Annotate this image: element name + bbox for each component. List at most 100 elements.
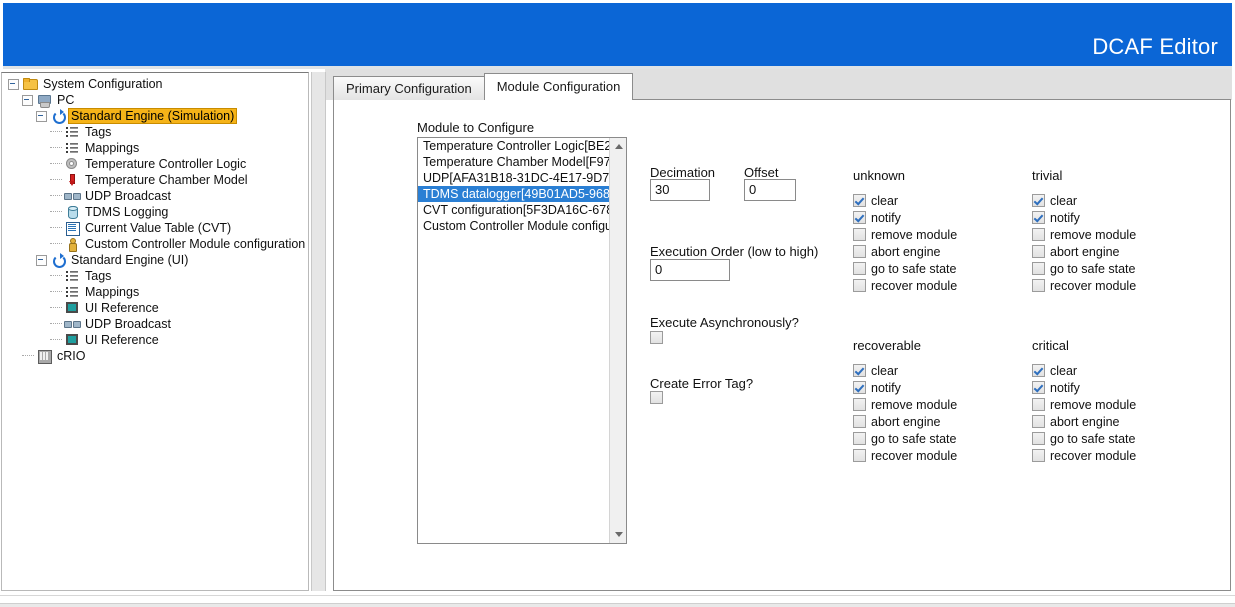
tree-node[interactable]: Mappings bbox=[2, 284, 308, 300]
error-option-row[interactable]: remove module bbox=[853, 396, 957, 413]
error-option-row[interactable]: notify bbox=[1032, 209, 1136, 226]
module-to-configure-listbox[interactable]: Temperature Controller Logic[BE29 Tempera… bbox=[417, 137, 627, 544]
error-option-checkbox[interactable] bbox=[1032, 381, 1045, 394]
error-option-row[interactable]: notify bbox=[853, 209, 957, 226]
tree-node[interactable]: Tags bbox=[2, 124, 308, 140]
tree-node[interactable]: Current Value Table (CVT) bbox=[2, 220, 308, 236]
error-option-row[interactable]: remove module bbox=[1032, 396, 1136, 413]
error-option-checkbox[interactable] bbox=[853, 262, 866, 275]
tree-node[interactable]: Temperature Chamber Model bbox=[2, 172, 308, 188]
tree-collapse-icon[interactable] bbox=[22, 94, 33, 106]
error-option-checkbox[interactable] bbox=[853, 194, 866, 207]
module-list-scrollbar[interactable] bbox=[609, 138, 626, 543]
error-option-row[interactable]: abort engine bbox=[853, 243, 957, 260]
module-list-items[interactable]: Temperature Controller Logic[BE29 Tempera… bbox=[418, 138, 610, 234]
tab-module-configuration[interactable]: Module Configuration bbox=[483, 73, 634, 100]
execution-order-input[interactable]: 0 bbox=[650, 259, 730, 281]
error-option-row[interactable]: abort engine bbox=[853, 413, 957, 430]
error-option-row[interactable]: go to safe state bbox=[853, 260, 957, 277]
error-option-checkbox[interactable] bbox=[1032, 279, 1045, 292]
tree-node[interactable]: TDMS Logging bbox=[2, 204, 308, 220]
module-list-item[interactable]: CVT configuration[5F3DA16C-6786 bbox=[418, 202, 610, 218]
create-error-tag-checkbox[interactable] bbox=[650, 391, 663, 404]
error-option-checkbox[interactable] bbox=[853, 449, 866, 462]
error-option-checkbox[interactable] bbox=[1032, 194, 1045, 207]
tree-node[interactable]: Standard Engine (Simulation) bbox=[2, 108, 308, 124]
error-option-checkbox[interactable] bbox=[1032, 415, 1045, 428]
decimation-input[interactable]: 30 bbox=[650, 179, 710, 201]
tree-node[interactable]: System Configuration bbox=[2, 76, 308, 92]
error-option-row[interactable]: remove module bbox=[1032, 226, 1136, 243]
error-option-row[interactable]: recover module bbox=[853, 277, 957, 294]
error-option-row[interactable]: remove module bbox=[853, 226, 957, 243]
error-option-checkbox[interactable] bbox=[853, 398, 866, 411]
tree-node[interactable]: Custom Controller Module configuration bbox=[2, 236, 308, 252]
error-option-checkbox[interactable] bbox=[853, 364, 866, 377]
error-option-row[interactable]: recover module bbox=[853, 447, 957, 464]
error-group-title: trivial bbox=[1032, 168, 1063, 183]
tree-node[interactable]: UDP Broadcast bbox=[2, 188, 308, 204]
error-option-label: notify bbox=[871, 210, 901, 225]
configuration-tree[interactable]: System Configuration PC Standard Engine (S… bbox=[2, 73, 308, 364]
tree-node[interactable]: UI Reference bbox=[2, 300, 308, 316]
tree-collapse-icon[interactable] bbox=[8, 78, 19, 90]
error-option-checkbox[interactable] bbox=[853, 381, 866, 394]
error-option-label: recover module bbox=[871, 278, 958, 293]
scroll-down-arrow-icon[interactable] bbox=[610, 526, 626, 543]
error-option-row[interactable]: go to safe state bbox=[853, 430, 957, 447]
tree-collapse-icon[interactable] bbox=[36, 110, 47, 122]
error-option-checkbox[interactable] bbox=[853, 432, 866, 445]
tab-bar[interactable]: Primary Configuration Module Configuratio… bbox=[333, 73, 634, 100]
tree-node[interactable]: Tags bbox=[2, 268, 308, 284]
error-option-checkbox[interactable] bbox=[1032, 449, 1045, 462]
error-option-row[interactable]: clear bbox=[1032, 362, 1136, 379]
error-option-checkbox[interactable] bbox=[853, 279, 866, 292]
error-option-row[interactable]: clear bbox=[853, 192, 957, 209]
tree-connector bbox=[50, 275, 62, 277]
tab-primary-configuration[interactable]: Primary Configuration bbox=[333, 76, 485, 100]
tree-node-label: Mappings bbox=[85, 285, 140, 299]
error-option-checkbox[interactable] bbox=[853, 415, 866, 428]
tree-node[interactable]: UI Reference bbox=[2, 332, 308, 348]
error-option-checkbox[interactable] bbox=[853, 228, 866, 241]
error-option-row[interactable]: recover module bbox=[1032, 277, 1136, 294]
execute-asynchronously-checkbox[interactable] bbox=[650, 331, 663, 344]
error-option-checkbox[interactable] bbox=[1032, 245, 1045, 258]
error-option-row[interactable]: abort engine bbox=[1032, 413, 1136, 430]
tree-node[interactable]: Temperature Controller Logic bbox=[2, 156, 308, 172]
error-option-checkbox[interactable] bbox=[1032, 228, 1045, 241]
error-option-checkbox[interactable] bbox=[1032, 398, 1045, 411]
tree-node[interactable]: UDP Broadcast bbox=[2, 316, 308, 332]
configuration-tree-pane[interactable]: System Configuration PC Standard Engine (S… bbox=[1, 72, 309, 591]
error-option-checkbox[interactable] bbox=[1032, 432, 1045, 445]
error-option-checkbox[interactable] bbox=[1032, 262, 1045, 275]
error-option-label: go to safe state bbox=[1050, 261, 1136, 276]
error-option-checkbox[interactable] bbox=[853, 211, 866, 224]
dcaf-editor-window: DCAF Editor System Configuration PC Standa… bbox=[0, 0, 1235, 607]
module-list-item[interactable]: Temperature Chamber Model[F975 bbox=[418, 154, 610, 170]
error-option-row[interactable]: go to safe state bbox=[1032, 260, 1136, 277]
tree-node[interactable]: Standard Engine (UI) bbox=[2, 252, 308, 268]
error-option-row[interactable]: go to safe state bbox=[1032, 430, 1136, 447]
error-option-row[interactable]: recover module bbox=[1032, 447, 1136, 464]
module-list-item[interactable]: Custom Controller Module configu bbox=[418, 218, 610, 234]
pane-splitter[interactable] bbox=[311, 72, 326, 591]
module-list-item[interactable]: UDP[AFA31B18-31DC-4E17-9D7D- bbox=[418, 170, 610, 186]
module-list-item[interactable]: TDMS datalogger[49B01AD5-9684- bbox=[418, 186, 610, 202]
error-option-row[interactable]: clear bbox=[1032, 192, 1136, 209]
tree-node[interactable]: PC bbox=[2, 92, 308, 108]
tree-node[interactable]: Mappings bbox=[2, 140, 308, 156]
error-option-row[interactable]: notify bbox=[1032, 379, 1136, 396]
error-option-row[interactable]: notify bbox=[853, 379, 957, 396]
offset-input[interactable]: 0 bbox=[744, 179, 796, 201]
error-option-checkbox[interactable] bbox=[1032, 211, 1045, 224]
error-option-checkbox[interactable] bbox=[853, 245, 866, 258]
scroll-up-arrow-icon[interactable] bbox=[610, 138, 626, 155]
error-option-row[interactable]: abort engine bbox=[1032, 243, 1136, 260]
error-option-checkbox[interactable] bbox=[1032, 364, 1045, 377]
error-option-row[interactable]: clear bbox=[853, 362, 957, 379]
tree-collapse-icon[interactable] bbox=[36, 254, 47, 266]
module-list-item[interactable]: Temperature Controller Logic[BE29 bbox=[418, 138, 610, 154]
tree-node[interactable]: cRIO bbox=[2, 348, 308, 364]
tree-node-label: Tags bbox=[85, 125, 112, 139]
